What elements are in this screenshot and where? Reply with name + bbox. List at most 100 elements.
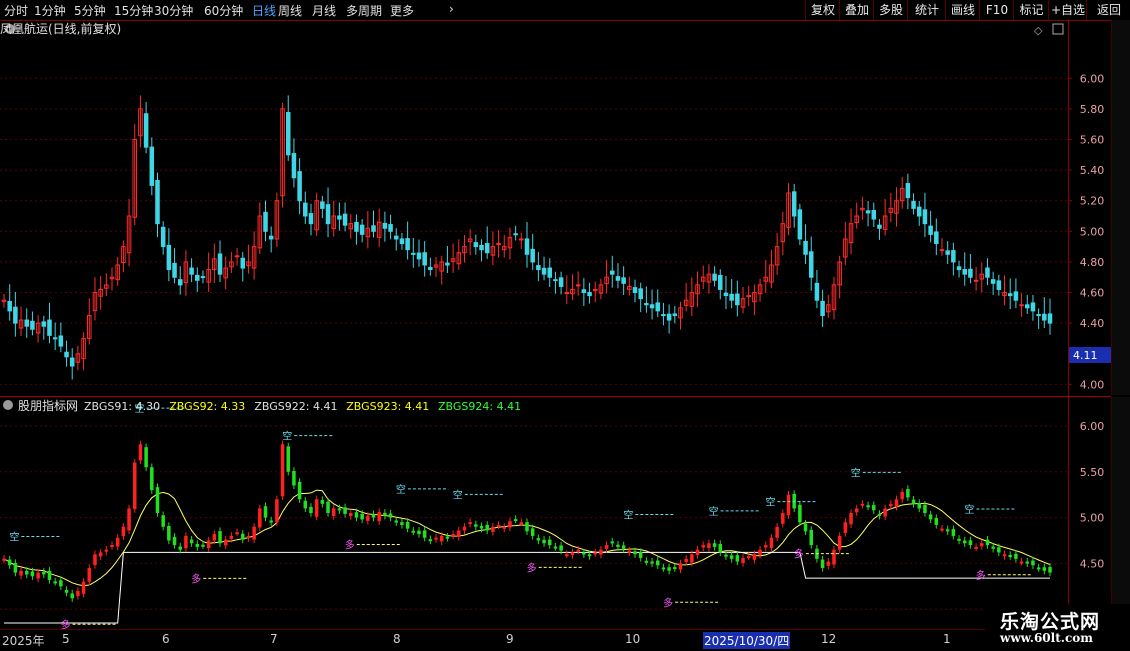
timeframe-9[interactable]: 多周期 xyxy=(346,2,382,19)
candle-body xyxy=(297,171,302,202)
timeframe-7[interactable]: 周线 xyxy=(278,2,302,19)
main-kline-chart[interactable]: 6.00 5.80 5.60 5.40 5.20 5.00 4.80 4.60 4.40 4.00… xyxy=(0,20,1130,397)
ind-candle-body xyxy=(303,500,308,509)
ind-candle-body xyxy=(735,555,740,562)
indicator-chevron-icon[interactable] xyxy=(3,400,13,410)
ind-candle-body xyxy=(655,560,660,566)
candle-body xyxy=(143,113,149,148)
candle-body xyxy=(536,265,541,271)
ind-candle-body xyxy=(889,503,893,507)
signal-long: 多 xyxy=(527,561,537,574)
timeframe-10[interactable]: 更多 xyxy=(390,2,414,19)
ind-candle-body xyxy=(13,563,18,573)
candle-body xyxy=(428,266,433,271)
candle-body xyxy=(564,292,570,295)
ind-candle-body xyxy=(47,570,52,580)
ind-candle-body xyxy=(1002,554,1007,557)
timeframe-0[interactable]: 分时 xyxy=(4,2,28,19)
date-axis: 2025年 5 6 7 8 9 10 2025/10/30/四 12 1 xyxy=(0,629,985,651)
ind-candle-body xyxy=(280,444,285,497)
indicator-value-2: ZBGS922: 4.41 xyxy=(254,400,337,413)
ind-candle-body xyxy=(849,513,853,525)
date-label-2: 6 xyxy=(162,632,170,646)
ind-candle-body xyxy=(553,546,558,549)
current-price-tag: 4.11 xyxy=(1073,349,1098,362)
toolbar-button-1[interactable]: 叠加 xyxy=(839,0,874,20)
ind-candle-body xyxy=(638,552,643,558)
candle-body xyxy=(47,319,52,336)
indicator-chart[interactable]: 空空空空空空空空空空多多多多多多多 6.005.505.004.504.00 股… xyxy=(0,397,1130,629)
timeframe-4[interactable]: 30分钟 xyxy=(154,2,193,19)
ind-candle-body xyxy=(184,535,188,549)
candle-body xyxy=(1042,313,1047,321)
ind-candle-body xyxy=(1008,554,1012,557)
candle-body xyxy=(985,267,990,278)
ind-candle-body xyxy=(377,512,381,522)
ind-candle-body xyxy=(422,530,427,538)
candle-body xyxy=(911,200,916,209)
toolbar-button-3[interactable]: 统计 xyxy=(907,0,946,20)
candle-body xyxy=(1024,304,1030,309)
timeframe-5[interactable]: 60分钟 xyxy=(204,2,243,19)
ind-candle-body xyxy=(7,559,12,566)
candle-body xyxy=(234,255,240,258)
ind-candle-body xyxy=(206,540,211,549)
timeframe-8[interactable]: 月线 xyxy=(312,2,336,19)
ind-candle-body xyxy=(366,515,370,521)
ind-candle-body xyxy=(457,530,461,538)
ind-candle-body xyxy=(610,541,615,544)
diamond-icon[interactable]: ◇ xyxy=(1034,24,1043,37)
price-axis-label: 5.80 xyxy=(1080,103,1105,116)
ind-candle-body xyxy=(468,522,472,525)
ind-candle-body xyxy=(957,538,961,541)
timeframe-2[interactable]: 5分钟 xyxy=(74,2,106,19)
price-axis-label: 5.60 xyxy=(1080,133,1105,146)
window-restore-icon[interactable] xyxy=(1052,23,1064,35)
timeframe-3[interactable]: 15分钟 xyxy=(114,2,153,19)
ind-candle-body xyxy=(974,546,978,549)
toolbar-button-5[interactable]: F10 xyxy=(979,0,1014,20)
ind-candle-body xyxy=(781,513,785,524)
signal-empty: 空 xyxy=(396,483,406,496)
ind-candle-body xyxy=(1014,553,1018,559)
toolbar-button-0[interactable]: 复权 xyxy=(805,0,840,20)
candle-body xyxy=(951,250,956,263)
ind-candle-body xyxy=(161,515,165,527)
ind-candle-body xyxy=(536,538,541,541)
candle-body xyxy=(968,268,973,278)
candle-body xyxy=(558,277,564,287)
candle-body xyxy=(746,295,751,298)
toolbar-button-4[interactable]: 画线 xyxy=(945,0,980,20)
timeframe-6[interactable]: 日线 xyxy=(252,2,276,19)
candle-body xyxy=(30,320,35,330)
date-label-0: 2025年 xyxy=(2,634,45,648)
ind-candle-body xyxy=(42,571,46,575)
ind-candle-body xyxy=(940,528,944,531)
candle-body xyxy=(928,225,933,235)
main-candles xyxy=(1,95,1053,380)
timeframe-1[interactable]: 1分钟 xyxy=(34,2,66,19)
signal-long: 多 xyxy=(663,596,673,609)
ind-candle-body xyxy=(275,499,279,523)
ind-candle-body xyxy=(309,506,313,513)
ind-candle-body xyxy=(258,508,262,528)
ind-candle-body xyxy=(343,507,347,514)
more-arrow-icon[interactable]: › xyxy=(449,2,454,16)
candle-body xyxy=(814,282,820,301)
toolbar-button-6[interactable]: 标记 xyxy=(1013,0,1049,20)
ind-candle-body xyxy=(593,552,597,555)
toolbar-button-8[interactable]: 返回 xyxy=(1086,0,1130,20)
ind-candle-body xyxy=(70,593,74,599)
ind-candle-body xyxy=(547,539,552,546)
ind-candle-body xyxy=(582,552,586,555)
candle-body xyxy=(240,257,246,269)
candle-body xyxy=(337,215,342,220)
candle-body xyxy=(638,288,643,300)
ind-candle-body xyxy=(718,543,723,553)
candle-body xyxy=(644,303,649,306)
candle-body xyxy=(877,224,882,229)
ind-candle-body xyxy=(860,503,865,506)
toolbar-button-7[interactable]: +自选 xyxy=(1048,0,1087,20)
ind-candle-body xyxy=(485,524,489,531)
toolbar-button-2[interactable]: 多股 xyxy=(873,0,908,20)
